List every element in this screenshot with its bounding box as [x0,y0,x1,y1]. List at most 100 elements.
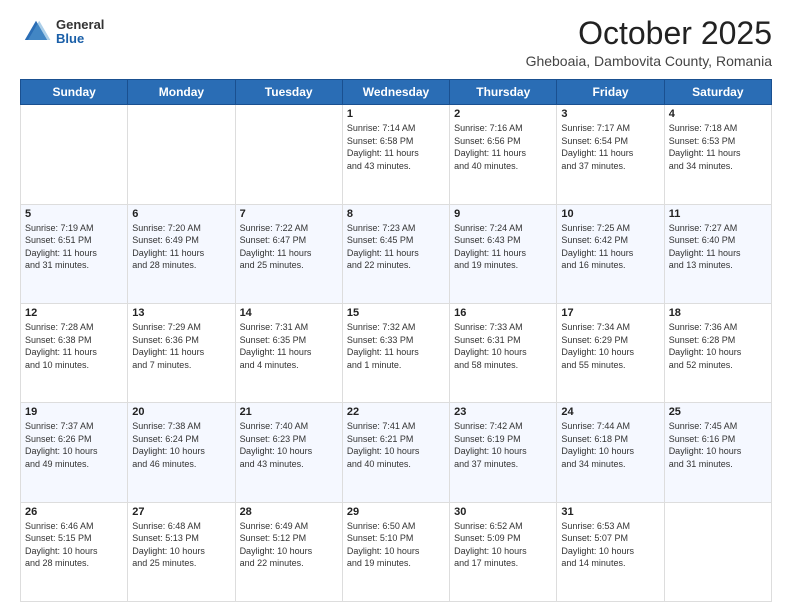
day-info: Sunrise: 7:25 AM Sunset: 6:42 PM Dayligh… [561,222,659,272]
calendar-cell: 14 Sunrise: 7:31 AM Sunset: 6:35 PM Dayli… [235,303,342,402]
day-header-thursday: Thursday [450,80,557,105]
day-header-monday: Monday [128,80,235,105]
calendar-table: SundayMondayTuesdayWednesdayThursdayFrid… [20,79,772,602]
day-number: 16 [454,307,552,319]
day-info: Sunrise: 7:45 AM Sunset: 6:16 PM Dayligh… [669,420,767,470]
calendar-cell: 7 Sunrise: 7:22 AM Sunset: 6:47 PM Daylig… [235,204,342,303]
day-info: Sunrise: 6:50 AM Sunset: 5:10 PM Dayligh… [347,520,445,570]
calendar-cell: 18 Sunrise: 7:36 AM Sunset: 6:28 PM Dayli… [664,303,771,402]
day-number: 3 [561,108,659,120]
calendar-cell: 25 Sunrise: 7:45 AM Sunset: 6:16 PM Dayli… [664,403,771,502]
calendar-cell: 10Sunrise: 7:25 AM Sunset: 6:42 PM Dayli… [557,204,664,303]
day-number: 14 [240,307,338,319]
location-subtitle: Gheboaia, Dambovita County, Romania [526,53,772,69]
calendar-body: 1Sunrise: 7:14 AM Sunset: 6:58 PM Daylig… [21,105,772,602]
day-info: Sunrise: 6:53 AM Sunset: 5:07 PM Dayligh… [561,520,659,570]
day-number: 24 [561,406,659,418]
calendar-cell: 23Sunrise: 7:42 AM Sunset: 6:19 PM Dayli… [450,403,557,502]
logo-text: General Blue [56,18,104,47]
day-info: Sunrise: 7:31 AM Sunset: 6:35 PM Dayligh… [240,321,338,371]
logo-blue: Blue [56,32,104,46]
logo-general: General [56,18,104,32]
calendar-cell: 13 Sunrise: 7:29 AM Sunset: 6:36 PM Dayli… [128,303,235,402]
calendar-cell: 19Sunrise: 7:37 AM Sunset: 6:26 PM Dayli… [21,403,128,502]
day-number: 13 [132,307,230,319]
title-block: October 2025 Gheboaia, Dambovita County,… [526,16,772,69]
day-header-wednesday: Wednesday [342,80,449,105]
day-number: 26 [25,506,123,518]
calendar-cell [128,105,235,204]
day-number: 1 [347,108,445,120]
calendar-cell: 24 Sunrise: 7:44 AM Sunset: 6:18 PM Dayli… [557,403,664,502]
day-info: Sunrise: 7:34 AM Sunset: 6:29 PM Dayligh… [561,321,659,371]
day-number: 9 [454,208,552,220]
calendar-cell: 1Sunrise: 7:14 AM Sunset: 6:58 PM Daylig… [342,105,449,204]
day-info: Sunrise: 7:16 AM Sunset: 6:56 PM Dayligh… [454,122,552,172]
day-info: Sunrise: 7:28 AM Sunset: 6:38 PM Dayligh… [25,321,123,371]
calendar-cell: 9Sunrise: 7:24 AM Sunset: 6:43 PM Daylig… [450,204,557,303]
day-info: Sunrise: 7:40 AM Sunset: 6:23 PM Dayligh… [240,420,338,470]
day-number: 30 [454,506,552,518]
day-info: Sunrise: 6:52 AM Sunset: 5:09 PM Dayligh… [454,520,552,570]
day-number: 6 [132,208,230,220]
calendar-cell: 21 Sunrise: 7:40 AM Sunset: 6:23 PM Dayli… [235,403,342,502]
day-info: Sunrise: 7:23 AM Sunset: 6:45 PM Dayligh… [347,222,445,272]
day-number: 2 [454,108,552,120]
calendar-cell: 8Sunrise: 7:23 AM Sunset: 6:45 PM Daylig… [342,204,449,303]
day-number: 25 [669,406,767,418]
week-row-1: 5Sunrise: 7:19 AM Sunset: 6:51 PM Daylig… [21,204,772,303]
day-number: 21 [240,406,338,418]
day-number: 19 [25,406,123,418]
calendar-cell: 29Sunrise: 6:50 AM Sunset: 5:10 PM Dayli… [342,502,449,601]
calendar-cell: 17Sunrise: 7:34 AM Sunset: 6:29 PM Dayli… [557,303,664,402]
day-number: 5 [25,208,123,220]
calendar-cell: 22 Sunrise: 7:41 AM Sunset: 6:21 PM Dayli… [342,403,449,502]
day-number: 20 [132,406,230,418]
day-info: Sunrise: 7:33 AM Sunset: 6:31 PM Dayligh… [454,321,552,371]
calendar-cell: 26Sunrise: 6:46 AM Sunset: 5:15 PM Dayli… [21,502,128,601]
header: General Blue October 2025 Gheboaia, Damb… [20,16,772,69]
week-row-2: 12Sunrise: 7:28 AM Sunset: 6:38 PM Dayli… [21,303,772,402]
calendar-cell: 31 Sunrise: 6:53 AM Sunset: 5:07 PM Dayli… [557,502,664,601]
calendar-cell: 6 Sunrise: 7:20 AM Sunset: 6:49 PM Daylig… [128,204,235,303]
day-info: Sunrise: 7:27 AM Sunset: 6:40 PM Dayligh… [669,222,767,272]
day-info: Sunrise: 7:36 AM Sunset: 6:28 PM Dayligh… [669,321,767,371]
day-number: 18 [669,307,767,319]
calendar-cell: 3 Sunrise: 7:17 AM Sunset: 6:54 PM Daylig… [557,105,664,204]
day-info: Sunrise: 7:38 AM Sunset: 6:24 PM Dayligh… [132,420,230,470]
calendar-header: SundayMondayTuesdayWednesdayThursdayFrid… [21,80,772,105]
day-header-sunday: Sunday [21,80,128,105]
day-number: 23 [454,406,552,418]
day-info: Sunrise: 7:22 AM Sunset: 6:47 PM Dayligh… [240,222,338,272]
calendar-cell: 2 Sunrise: 7:16 AM Sunset: 6:56 PM Daylig… [450,105,557,204]
calendar-cell: 5Sunrise: 7:19 AM Sunset: 6:51 PM Daylig… [21,204,128,303]
day-info: Sunrise: 7:18 AM Sunset: 6:53 PM Dayligh… [669,122,767,172]
calendar-cell: 16 Sunrise: 7:33 AM Sunset: 6:31 PM Dayli… [450,303,557,402]
calendar-cell: 11 Sunrise: 7:27 AM Sunset: 6:40 PM Dayli… [664,204,771,303]
calendar-cell [235,105,342,204]
calendar-cell: 12Sunrise: 7:28 AM Sunset: 6:38 PM Dayli… [21,303,128,402]
logo: General Blue [20,16,104,48]
calendar-cell: 4Sunrise: 7:18 AM Sunset: 6:53 PM Daylig… [664,105,771,204]
day-number: 27 [132,506,230,518]
day-number: 22 [347,406,445,418]
day-info: Sunrise: 7:32 AM Sunset: 6:33 PM Dayligh… [347,321,445,371]
day-info: Sunrise: 7:17 AM Sunset: 6:54 PM Dayligh… [561,122,659,172]
day-info: Sunrise: 7:20 AM Sunset: 6:49 PM Dayligh… [132,222,230,272]
day-header-saturday: Saturday [664,80,771,105]
day-number: 7 [240,208,338,220]
day-info: Sunrise: 7:41 AM Sunset: 6:21 PM Dayligh… [347,420,445,470]
page: General Blue October 2025 Gheboaia, Damb… [0,0,792,612]
week-row-4: 26Sunrise: 6:46 AM Sunset: 5:15 PM Dayli… [21,502,772,601]
calendar-cell [664,502,771,601]
calendar-cell: 28Sunrise: 6:49 AM Sunset: 5:12 PM Dayli… [235,502,342,601]
calendar-cell: 30 Sunrise: 6:52 AM Sunset: 5:09 PM Dayli… [450,502,557,601]
month-title: October 2025 [526,16,772,51]
calendar-cell [21,105,128,204]
day-info: Sunrise: 7:44 AM Sunset: 6:18 PM Dayligh… [561,420,659,470]
day-info: Sunrise: 6:48 AM Sunset: 5:13 PM Dayligh… [132,520,230,570]
week-row-0: 1Sunrise: 7:14 AM Sunset: 6:58 PM Daylig… [21,105,772,204]
day-number: 11 [669,208,767,220]
day-info: Sunrise: 7:29 AM Sunset: 6:36 PM Dayligh… [132,321,230,371]
day-number: 31 [561,506,659,518]
